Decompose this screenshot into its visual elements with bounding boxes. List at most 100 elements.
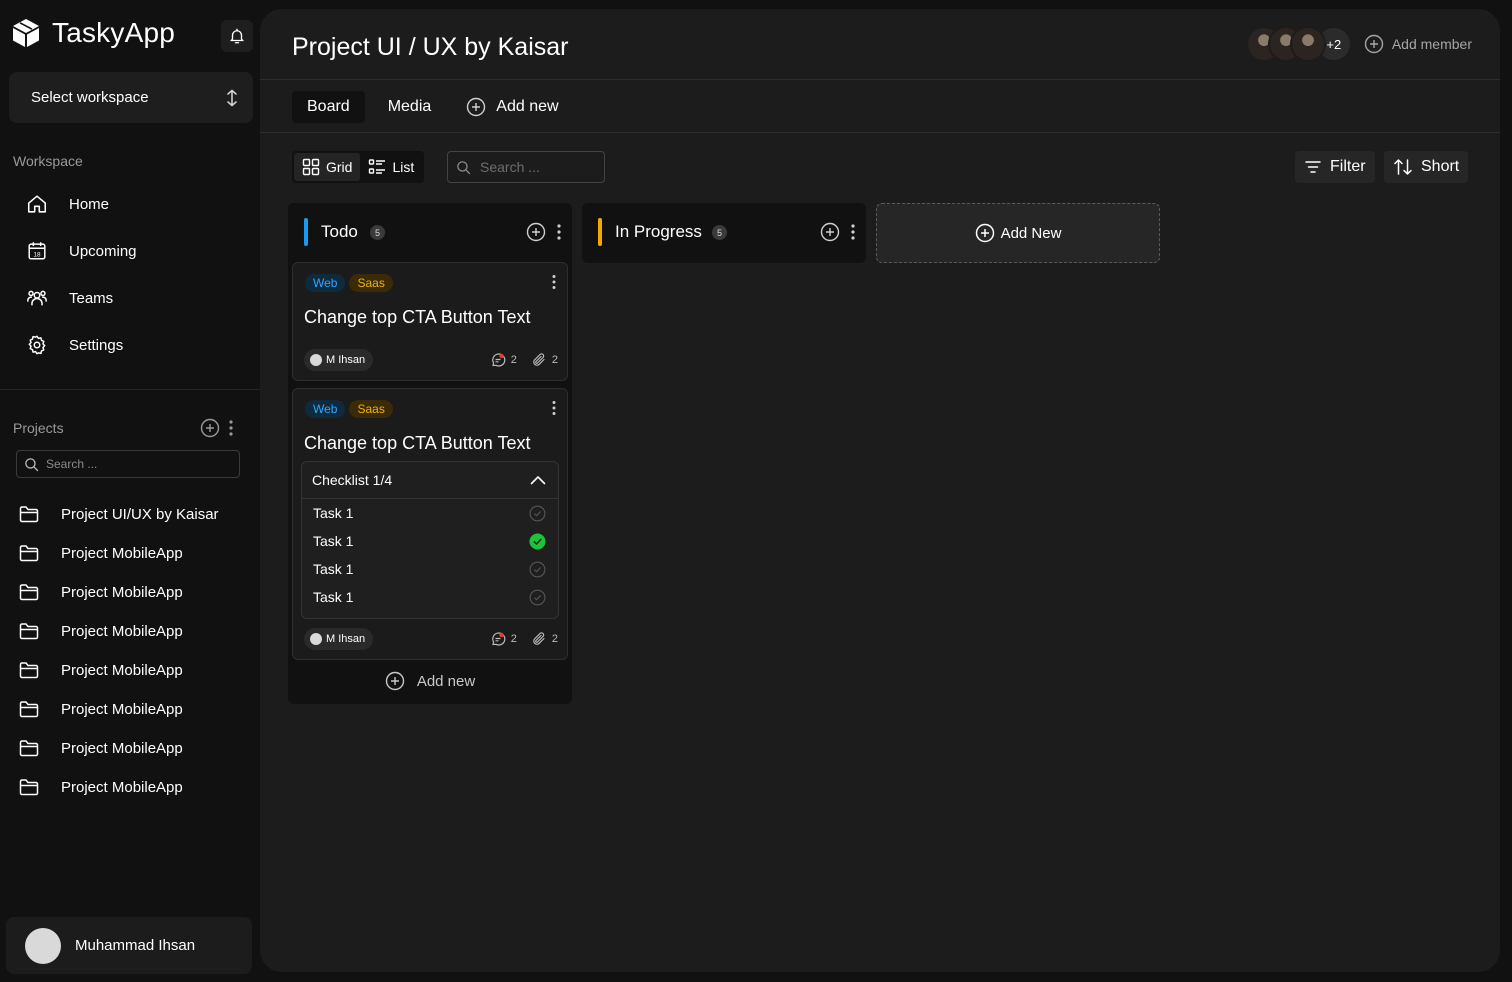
card-title: Change top CTA Button Text [304,433,531,453]
column-more-icon[interactable] [850,223,856,241]
user-profile[interactable]: Muhammad Ihsan [6,917,252,974]
project-item[interactable]: Project MobileApp [19,700,183,718]
sidebar-item-label: Home [69,195,110,213]
folder-icon [19,505,41,523]
card-more-icon[interactable] [551,274,557,290]
column-more-icon[interactable] [556,223,562,241]
avatar [310,633,322,645]
gear-icon [25,333,49,357]
sidebar-item-upcoming[interactable]: 18 Upcoming [25,239,137,263]
workspace-select[interactable]: Select workspace [9,72,253,123]
projects-more-icon[interactable] [228,419,234,437]
project-item[interactable]: Project MobileApp [19,739,183,757]
project-item[interactable]: Project MobileApp [19,622,183,640]
attachments-value: 2 [551,633,558,645]
comments-count[interactable]: 2 [490,352,517,368]
project-item[interactable]: Project MobileApp [19,583,183,601]
plus-circle-icon [466,97,486,117]
tag-saas: Saas [349,274,393,292]
task-card[interactable]: Web Saas Change top CTA Button Text Chec… [292,388,568,660]
notifications-button[interactable] [221,20,253,52]
column-accent-bar [304,218,308,246]
add-card-button[interactable]: Add new [288,671,572,691]
checklist-item-label: Task 1 [313,561,354,577]
check-circle-empty-icon[interactable] [529,561,546,578]
add-project-icon[interactable] [200,418,220,438]
add-member-button[interactable]: Add member [1364,34,1472,54]
tab-media[interactable]: Media [373,91,447,123]
sidebar-item-home[interactable]: Home [25,192,109,216]
assignee-chip[interactable]: M Ihsan [304,628,374,650]
comments-count[interactable]: 2 [490,631,517,647]
grid-icon [302,158,320,176]
projects-section-label: Projects [13,420,64,436]
column-count-badge: 5 [370,225,385,240]
project-label: Project MobileApp [61,661,183,679]
add-column-label: Add New [1000,224,1062,242]
svg-text:18: 18 [33,252,41,259]
column-actions [526,222,562,242]
tab-add-new[interactable]: Add new [466,97,559,117]
checklist-item[interactable]: Task 1 [302,583,558,611]
comment-icon [490,352,506,368]
sidebar-item-teams[interactable]: Teams [25,286,113,310]
checklist-title: Checklist 1/4 [312,472,393,488]
projects-actions [200,418,234,438]
add-card-icon[interactable] [820,222,840,242]
check-circle-empty-icon[interactable] [529,505,546,522]
check-circle-filled-icon[interactable] [529,532,546,550]
brand[interactable]: TaskyApp [12,17,175,49]
view-tabs: Board Media Add new [292,91,559,123]
plus-circle-icon [1364,34,1384,54]
folder-icon [19,622,41,640]
user-name: Muhammad Ihsan [75,937,196,954]
assignee-name: M Ihsan [326,354,366,366]
tab-board[interactable]: Board [292,91,365,123]
grid-view-button[interactable]: Grid [294,153,361,181]
add-card-icon[interactable] [526,222,546,242]
tag-web: Web [305,400,346,418]
assignee-chip[interactable]: M Ihsan [304,349,374,371]
workspace-select-label: Select workspace [31,89,149,106]
column-count-badge: 5 [712,225,727,240]
list-view-button[interactable]: List [360,153,422,181]
checklist-item[interactable]: Task 1 [302,499,558,527]
folder-icon [19,700,41,718]
projects-search-input[interactable] [46,457,226,471]
checklist: Checklist 1/4 Task 1 Task 1 Task 1 Task … [301,461,559,619]
avatar [25,927,61,964]
assignee-name: M Ihsan [326,633,366,645]
project-label: Project MobileApp [61,544,183,562]
checklist-item[interactable]: Task 1 [302,555,558,583]
sidebar-item-label: Teams [69,289,114,307]
projects-search[interactable] [16,450,240,478]
checklist-item[interactable]: Task 1 [302,527,558,555]
attachments-count[interactable]: 2 [531,631,558,647]
board-search[interactable] [447,151,605,183]
project-item[interactable]: Project MobileApp [19,778,183,796]
folder-icon [19,778,41,796]
card-meta: 2 2 [490,631,558,647]
project-item[interactable]: Project MobileApp [19,661,183,679]
project-item[interactable]: Project UI/UX by Kaisar [19,505,219,523]
board-search-input[interactable] [480,159,600,175]
card-tags: Web Saas [305,400,393,418]
sidebar-item-settings[interactable]: Settings [25,333,123,357]
attachments-count[interactable]: 2 [531,352,558,368]
tabs-divider [260,132,1500,133]
filter-button[interactable]: Filter [1295,151,1375,183]
add-column-button[interactable]: Add New [876,203,1160,263]
member-avatar [1289,26,1326,62]
paperclip-icon [531,631,547,647]
member-avatars[interactable]: +2 [1245,26,1352,62]
project-label: Project MobileApp [61,583,183,601]
members-bar: +2 Add member [1245,26,1472,62]
project-item[interactable]: Project MobileApp [19,544,183,562]
task-card[interactable]: Web Saas Change top CTA Button Text M Ih… [292,262,568,381]
checklist-header[interactable]: Checklist 1/4 [302,462,558,499]
card-more-icon[interactable] [551,400,557,416]
check-circle-empty-icon[interactable] [529,589,546,606]
workspace-section-label: Workspace [13,153,83,169]
card-title: Change top CTA Button Text [304,307,531,327]
sort-button[interactable]: Short [1384,151,1469,183]
